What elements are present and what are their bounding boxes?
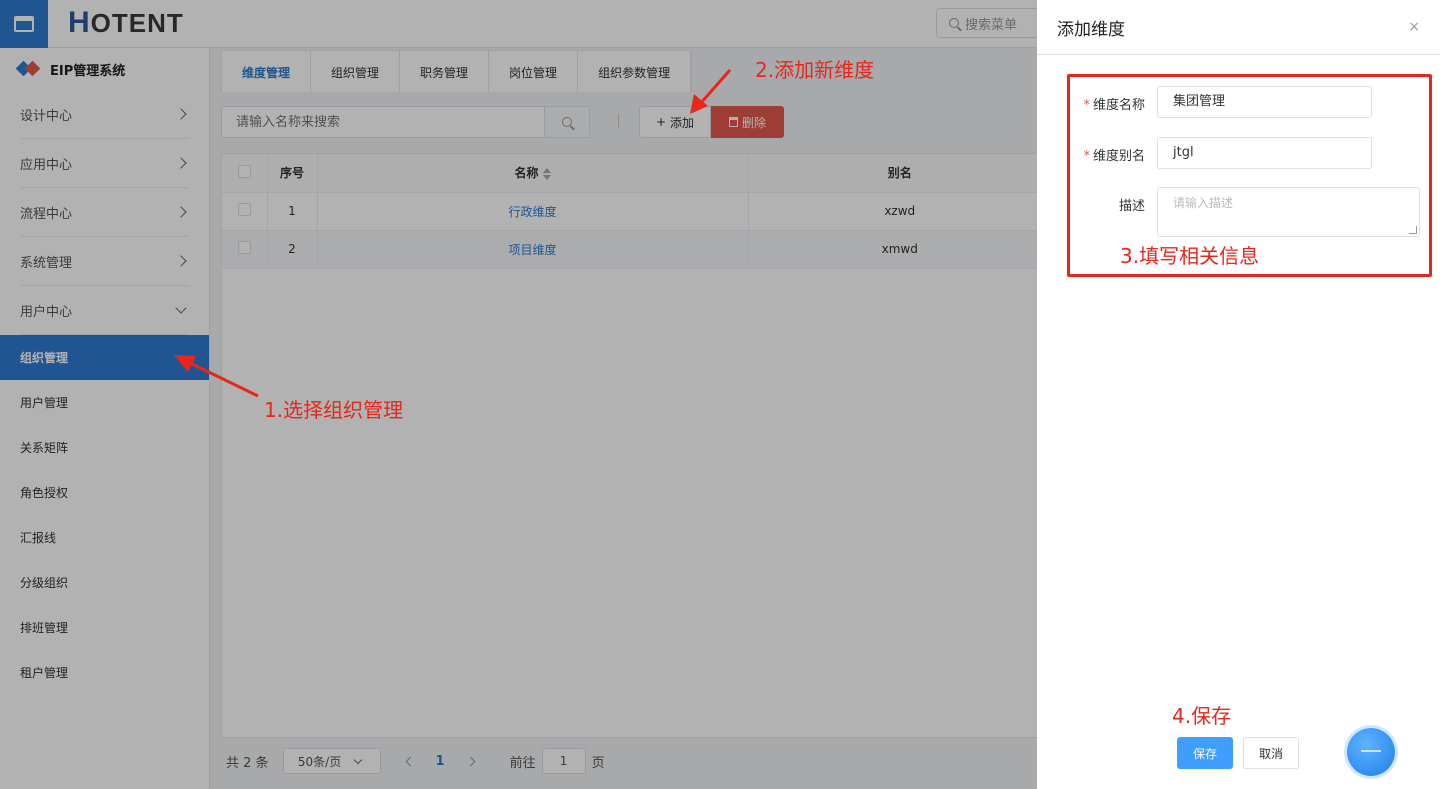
modal-overlay[interactable] xyxy=(0,0,1037,789)
floating-assistant-button[interactable] xyxy=(1347,728,1395,776)
close-icon[interactable]: × xyxy=(1408,19,1420,35)
annotation-step2: 2.添加新维度 xyxy=(755,58,875,82)
annotation-step3: 3.填写相关信息 xyxy=(1120,244,1260,268)
cancel-button[interactable]: 取消 xyxy=(1243,737,1299,769)
annotation-step4: 4.保存 xyxy=(1172,704,1232,728)
save-button[interactable]: 保存 xyxy=(1177,737,1233,769)
drawer-title: 添加维度 xyxy=(1057,19,1125,40)
drawer-header: 添加维度 × xyxy=(1037,0,1440,55)
annotation-step1: 1.选择组织管理 xyxy=(264,398,404,422)
